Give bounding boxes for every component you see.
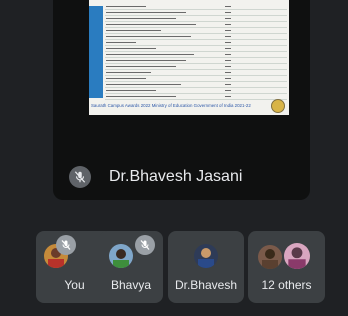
main-speaker-name: Dr.Bhavesh Jasani <box>109 168 243 185</box>
document-table <box>105 4 287 100</box>
document-footer-text: Saurath Campus Awards 2022 Ministry of E… <box>91 103 251 108</box>
avatar <box>284 243 310 269</box>
participant-tile-dr-bhavesh[interactable]: Dr.Bhavesh <box>168 231 244 303</box>
document-sidebar-strip <box>89 6 103 98</box>
emblem-logo-icon <box>271 99 285 113</box>
shared-document-image: Saurath Campus Awards 2022 Ministry of E… <box>89 0 289 115</box>
avatar <box>194 244 218 268</box>
avatar <box>258 245 282 269</box>
main-speaker-tile[interactable]: Saurath Campus Awards 2022 Ministry of E… <box>53 0 310 200</box>
participant-name: Bhavya <box>110 278 152 292</box>
avatar <box>109 244 133 268</box>
participant-tile-others[interactable]: 12 others <box>248 231 325 303</box>
participant-tile-bhavya[interactable]: Bhavya <box>99 231 163 303</box>
mic-off-icon <box>56 235 76 255</box>
mic-off-icon <box>135 235 155 255</box>
participant-count-label: 12 others <box>261 278 312 292</box>
mic-off-icon <box>69 166 91 188</box>
participant-name: Dr.Bhavesh <box>174 278 238 292</box>
